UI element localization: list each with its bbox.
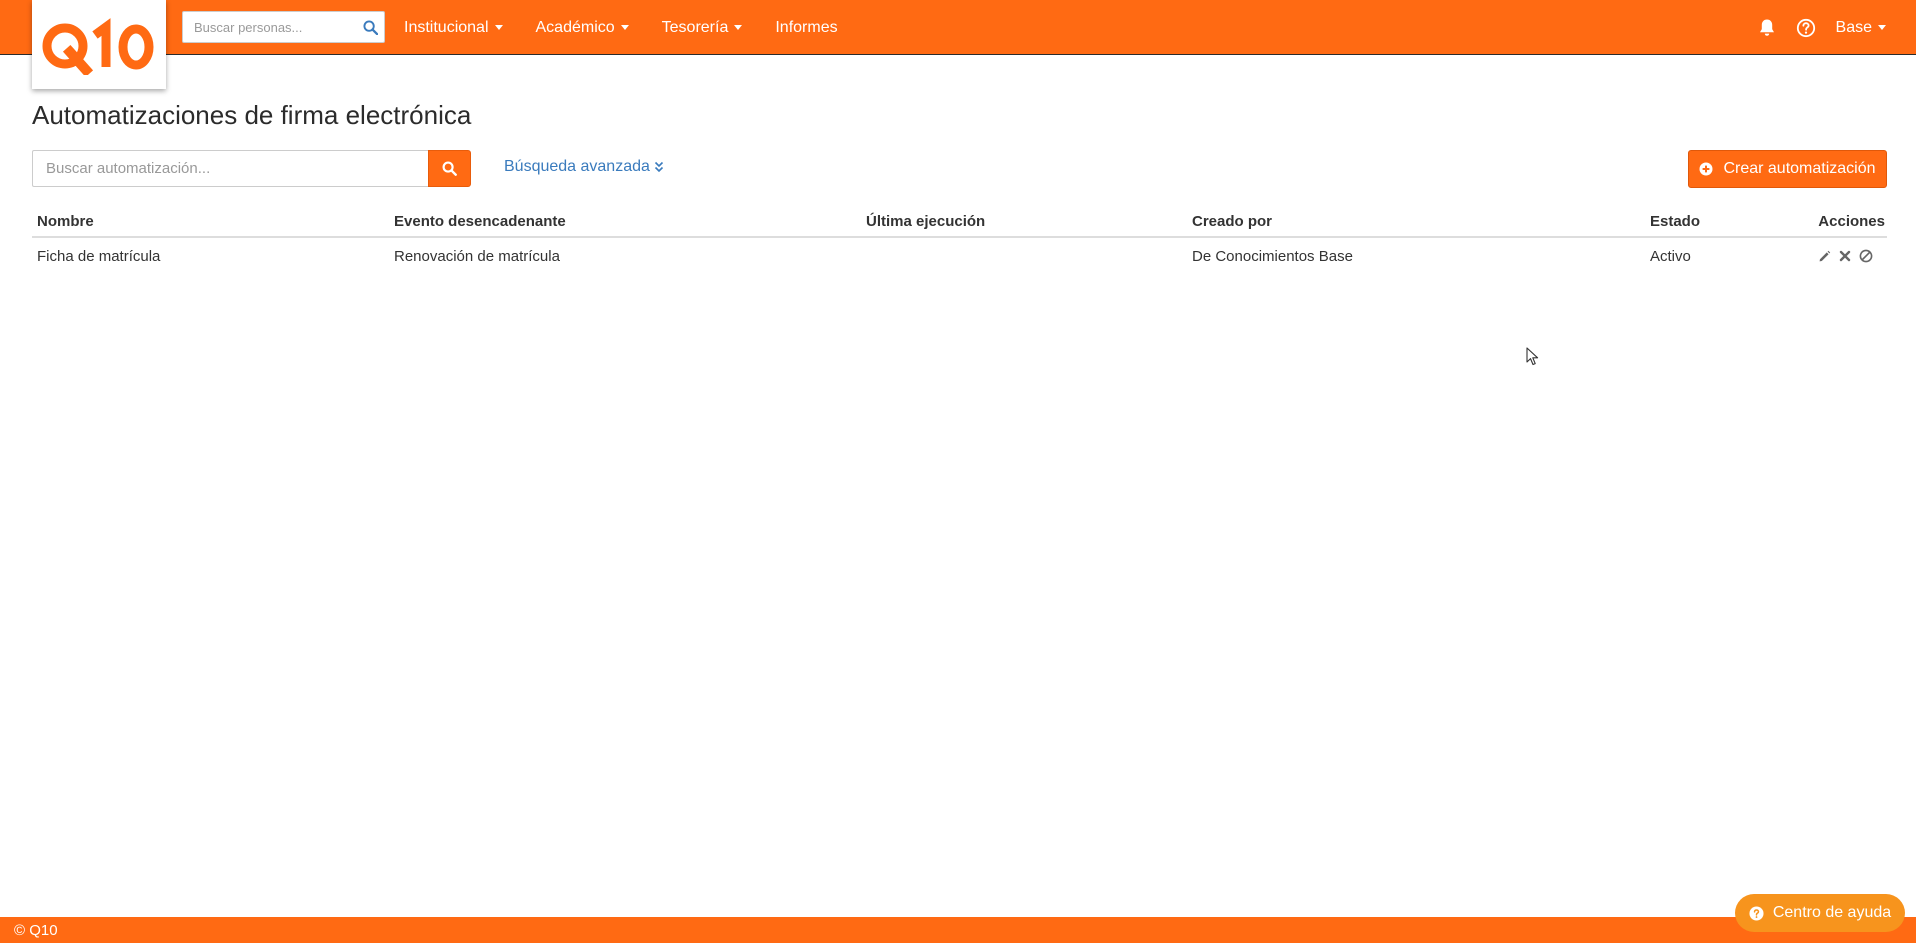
question-circle-icon[interactable] xyxy=(1796,18,1816,38)
plus-circle-icon xyxy=(1699,162,1713,176)
cell-name: Ficha de matrícula xyxy=(37,247,161,265)
main-menu: Institucional Académico Tesorería Inform… xyxy=(404,0,871,55)
mouse-cursor-icon xyxy=(1526,347,1540,372)
row-actions xyxy=(1810,238,1873,274)
caret-down-icon xyxy=(1878,25,1886,30)
people-search-box xyxy=(182,11,385,43)
column-header-last-run[interactable]: Última ejecución xyxy=(866,206,985,236)
advanced-search-link[interactable]: Búsqueda avanzada xyxy=(504,158,664,176)
times-icon[interactable] xyxy=(1839,250,1851,262)
help-center-label: Centro de ayuda xyxy=(1772,904,1892,921)
ban-icon[interactable] xyxy=(1859,249,1873,263)
column-header-actions: Acciones xyxy=(1818,212,1885,230)
cell-event: Renovación de matrícula xyxy=(394,247,560,265)
page-footer: © Q10 xyxy=(0,917,1916,943)
q10-logo-mark xyxy=(42,17,154,75)
create-automation-button[interactable]: Crear automatización xyxy=(1688,150,1887,188)
menu-item-academico[interactable]: Académico xyxy=(536,19,629,37)
bell-icon[interactable] xyxy=(1758,18,1776,38)
double-chevron-down-icon xyxy=(654,161,663,173)
menu-item-tesoreria[interactable]: Tesorería xyxy=(662,19,743,37)
automation-search-input[interactable] xyxy=(32,150,428,187)
menu-item-label: Académico xyxy=(535,18,615,36)
column-header-name[interactable]: Nombre xyxy=(37,206,94,236)
column-header-status[interactable]: Estado xyxy=(1650,206,1700,236)
caret-down-icon xyxy=(494,25,503,30)
menu-item-institucional[interactable]: Institucional xyxy=(404,19,503,37)
caret-down-icon xyxy=(620,25,629,30)
create-automation-label: Crear automatización xyxy=(1723,160,1876,177)
copyright-text: © Q10 xyxy=(14,921,58,939)
table-row: Ficha de matrícula Renovación de matrícu… xyxy=(32,238,1887,274)
cell-created-by: De Conocimientos Base xyxy=(1192,247,1353,265)
automations-table: Nombre Evento desencadenante Última ejec… xyxy=(32,206,1887,274)
table-header: Nombre Evento desencadenante Última ejec… xyxy=(32,206,1887,238)
user-menu-label: Base xyxy=(1835,18,1872,36)
search-icon[interactable] xyxy=(363,20,379,40)
menu-item-informes[interactable]: Informes xyxy=(775,19,837,37)
advanced-search-label: Búsqueda avanzada xyxy=(504,158,650,175)
q10-logo[interactable] xyxy=(32,0,166,89)
caret-down-icon xyxy=(734,25,743,30)
menu-item-label: Institucional xyxy=(404,18,489,36)
navbar-right: Base xyxy=(1758,0,1916,55)
automation-search-button[interactable] xyxy=(428,150,471,187)
top-navbar: Institucional Académico Tesorería Inform… xyxy=(0,0,1916,55)
people-search-input[interactable] xyxy=(183,12,358,42)
page-title: Automatizaciones de firma electrónica xyxy=(32,100,472,130)
user-menu[interactable]: Base xyxy=(1836,19,1886,37)
help-center-button[interactable]: Centro de ayuda xyxy=(1735,894,1905,932)
pencil-icon[interactable] xyxy=(1818,250,1831,263)
question-circle-icon xyxy=(1749,905,1764,921)
menu-item-label: Tesorería xyxy=(661,18,729,36)
search-icon xyxy=(442,161,457,176)
column-header-created-by[interactable]: Creado por xyxy=(1192,206,1272,236)
column-header-event[interactable]: Evento desencadenante xyxy=(394,206,566,236)
menu-item-label: Informes xyxy=(775,18,838,36)
cell-status: Activo xyxy=(1650,247,1691,265)
